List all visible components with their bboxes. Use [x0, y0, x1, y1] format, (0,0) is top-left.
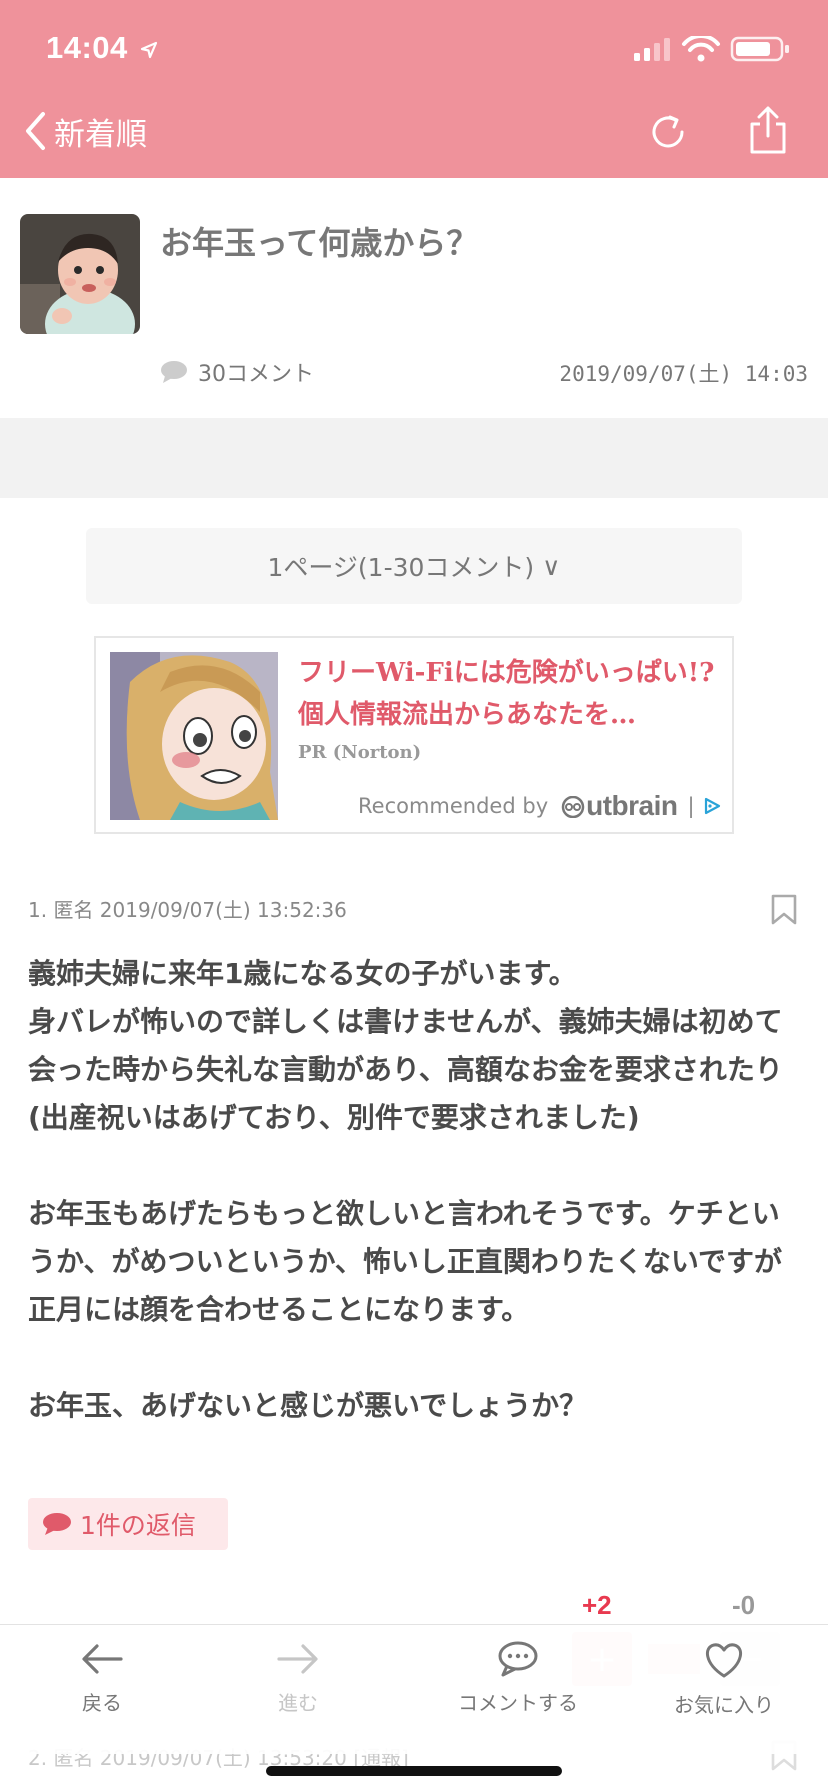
header-bar: 14:04 新着順 — [0, 0, 828, 178]
bookmark-icon[interactable] — [770, 894, 798, 926]
tab-comment[interactable]: コメントする — [448, 1641, 588, 1716]
cellular-signal-icon — [634, 38, 670, 61]
topic-date: 2019/09/07(土) 14:03 — [559, 362, 808, 386]
chevron-down-icon: ∨ — [542, 551, 561, 581]
ad-sponsor: PR (Norton) — [298, 742, 422, 763]
sponsored-ad[interactable]: フリーWi-Fiには危険がいっぱい!?個人情報流出からあなたを… PR (Nor… — [94, 636, 734, 834]
ad-image — [110, 652, 278, 820]
status-indicators — [614, 33, 794, 62]
home-indicator[interactable] — [266, 1766, 562, 1776]
status-time-text: 14:04 — [46, 30, 128, 65]
back-button[interactable]: 新着順 — [24, 106, 147, 156]
refresh-icon[interactable] — [644, 108, 692, 156]
comment-meta: 1. 匿名 2019/09/07(土) 13:52:36 — [28, 898, 347, 922]
arrow-right-icon — [277, 1644, 318, 1674]
comment-body: 義姉夫婦に来年1歳になる女の子がいます。 身バレが怖いので詳しくは書けませんが、… — [28, 950, 788, 1430]
back-label: 新着順 — [54, 116, 147, 153]
recommended-by-label: Recommended by — [358, 794, 549, 818]
wifi-icon — [682, 33, 720, 62]
status-time: 14:04 — [46, 30, 159, 66]
adchoices-icon[interactable] — [703, 797, 721, 815]
replies-button[interactable]: 1件の返信 — [28, 1498, 228, 1550]
tab-forward[interactable]: 進む — [228, 1641, 368, 1716]
tab-favorite[interactable]: お気に入り — [654, 1641, 794, 1718]
location-arrow-icon — [140, 41, 158, 58]
tab-back[interactable]: 戻る — [32, 1641, 172, 1716]
comment-paragraph: 義姉夫婦に来年1歳になる女の子がいます。 身バレが怖いので詳しくは書けませんが、… — [28, 957, 783, 1134]
comment-count-text: 30コメント — [198, 362, 314, 387]
share-icon[interactable] — [744, 104, 792, 156]
comment-icon — [498, 1641, 538, 1677]
ad-title: フリーWi-Fiには危険がいっぱい!?個人情報流出からあなたを… — [298, 658, 715, 730]
speech-bubble-icon — [161, 361, 187, 383]
topic-comment-count[interactable]: 30コメント — [160, 356, 314, 388]
chevron-left-icon — [26, 112, 45, 150]
comment-paragraph: お年玉もあげたらもっと欲しいと言われそうです。ケチというか、がめついというか、怖… — [28, 1197, 783, 1326]
ad-attribution[interactable]: Recommended by utbrain | — [358, 790, 721, 822]
tab-forward-label: 進む — [278, 1691, 318, 1715]
page-selector-label: 1ページ(1-30コメント) — [267, 553, 535, 582]
heart-icon — [705, 1643, 743, 1678]
topic-title: お年玉って何歳から？ — [160, 224, 479, 262]
minus-vote-count: -0 — [732, 1590, 756, 1620]
comment-paragraph: お年玉、あげないと感じが悪いでしょうか？ — [28, 1389, 588, 1422]
tab-comment-label: コメントする — [458, 1691, 578, 1715]
outbrain-logo: utbrain — [560, 790, 678, 822]
arrow-left-icon — [82, 1644, 123, 1674]
tab-favorite-label: お気に入り — [674, 1693, 774, 1717]
tab-back-label: 戻る — [82, 1691, 122, 1715]
topic-thumbnail — [20, 214, 140, 334]
plus-vote-count: +2 — [582, 1590, 612, 1620]
speech-bubble-icon — [43, 1513, 71, 1535]
section-divider — [0, 418, 828, 498]
battery-icon — [730, 36, 789, 62]
replies-label: 1件の返信 — [80, 1511, 196, 1540]
outbrain-mark-icon — [561, 795, 585, 819]
page-selector[interactable]: 1ページ(1-30コメント) ∨ — [86, 528, 742, 604]
attribution-divider: | — [687, 794, 695, 818]
bottom-toolbar: 戻る 進む コメントする お気に入り — [0, 1624, 828, 1754]
